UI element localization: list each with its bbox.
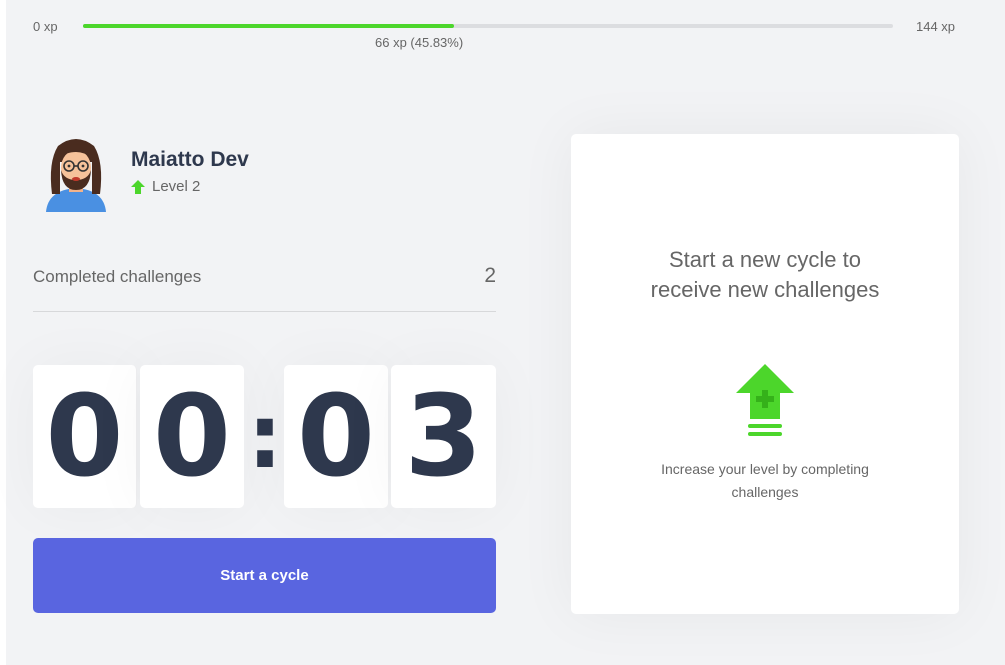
xp-max-label: 144 xp [916,19,956,34]
profile-level: Level 2 [131,178,200,195]
completed-challenges: Completed challenges 2 [33,262,496,312]
countdown-separator: : [247,385,283,488]
app-root: 0 xp 66 xp (45.83%) 144 xp Maiatto Dev L… [6,0,1005,665]
start-cycle-button[interactable]: Start a cycle [33,538,496,613]
countdown-second-tens: 0 [284,365,388,508]
challenge-card-title-line1: Start a new cycle to [669,247,861,272]
xp-current-label: 66 xp (45.83%) [375,35,464,50]
challenge-card-description: Increase your level by completing challe… [571,458,959,504]
challenge-card-title-line2: receive new challenges [650,277,880,302]
countdown-minute-tens: 0 [33,365,137,508]
level-up-icon [736,364,794,436]
challenge-card: Start a new cycle to receive new challen… [571,134,959,614]
profile-name: Maiatto Dev [131,148,249,171]
completed-challenges-count: 2 [484,264,496,287]
avatar [36,132,116,212]
level-up-arrow-icon [131,179,145,194]
xp-min-label: 0 xp [33,19,58,34]
completed-challenges-label: Completed challenges [33,267,202,286]
challenge-card-description-line1: Increase your level by completing [661,461,869,477]
countdown-minute-ones: 0 [140,365,244,508]
challenge-card-description-line2: challenges [731,484,799,500]
profile-level-label: Level 2 [152,178,201,195]
xp-progress-fill [83,24,455,28]
xp-progress-track [83,24,893,28]
challenge-card-title: Start a new cycle to receive new challen… [571,245,959,305]
countdown-second-ones: 3 [391,365,496,508]
